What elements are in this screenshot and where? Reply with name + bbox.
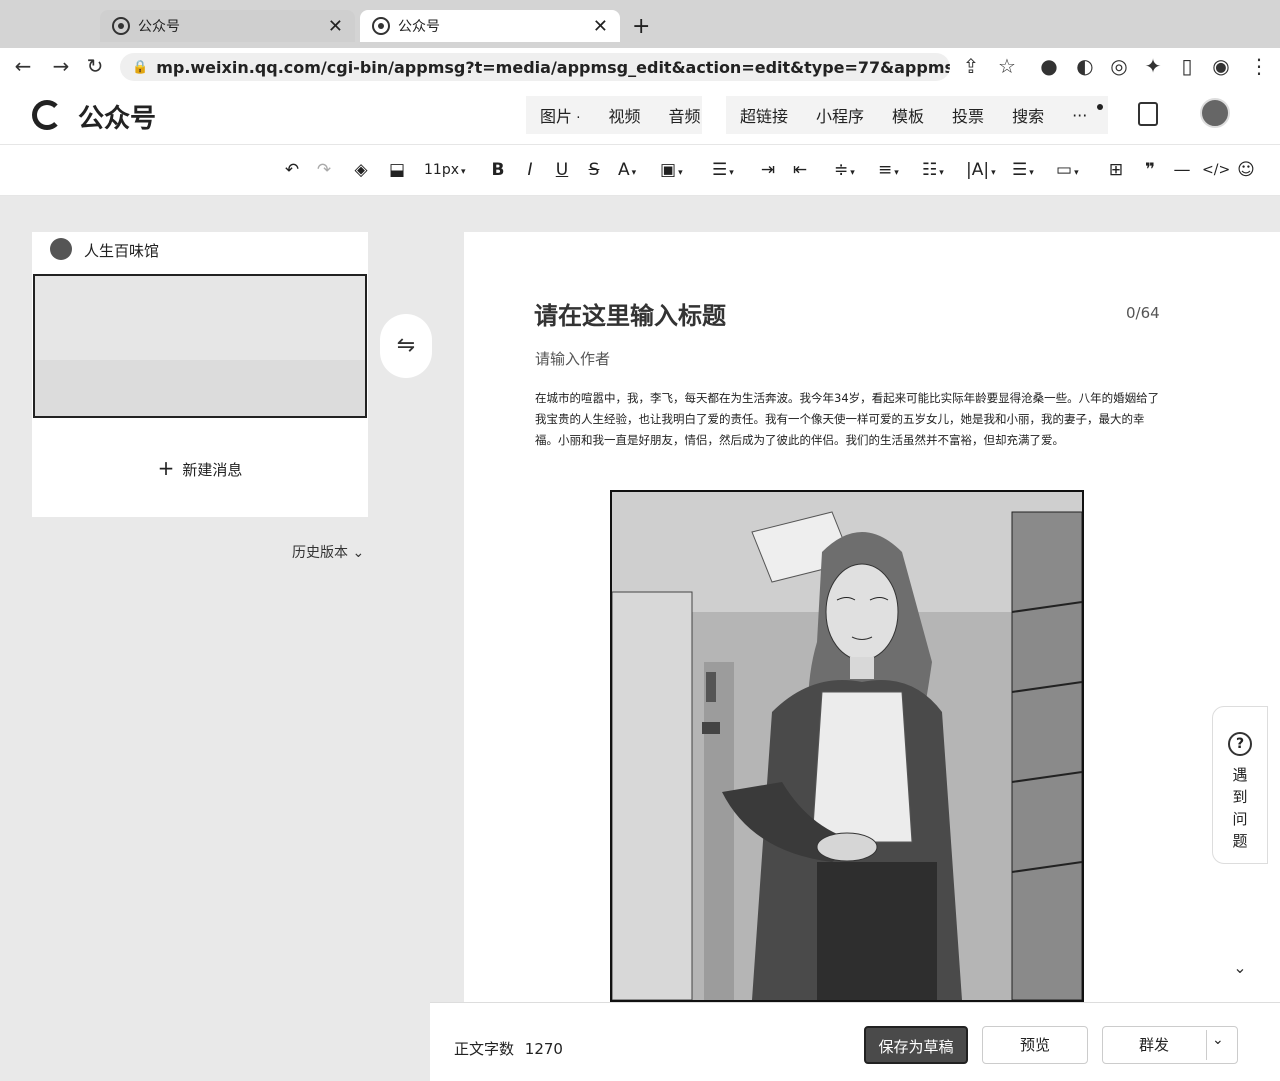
thumbnail-caption-strip	[35, 360, 365, 416]
align-icon[interactable]: ☰ ▾	[712, 158, 734, 182]
insert-miniprogram-button[interactable]: 小程序	[802, 103, 878, 127]
save-draft-button[interactable]: 保存为草稿	[864, 1026, 968, 1064]
bullet-list-icon[interactable]: ☰ ▾	[1012, 158, 1034, 182]
insert-search-button[interactable]: 搜索	[998, 103, 1058, 127]
puzzle-icon[interactable]: ✦	[1140, 54, 1166, 78]
redo-icon[interactable]: ↷	[314, 158, 334, 182]
word-count-label: 正文字数	[454, 1040, 515, 1058]
logo-text: 公众号	[78, 104, 157, 134]
format-painter-icon[interactable]: ⬓	[386, 158, 408, 182]
extension-icon-2[interactable]: ◎	[1106, 54, 1132, 78]
underline-icon[interactable]: U	[552, 158, 572, 182]
tab-title: 公众号	[398, 19, 440, 35]
media-insert-group: 图片 · 视频 音频	[526, 96, 702, 134]
article-body[interactable]: 在城市的喧嚣中，我，李飞，每天都在为生活奔波。我今年34岁，看起来可能比实际年龄…	[535, 388, 1160, 451]
account-avatar	[50, 238, 72, 260]
letter-spacing-icon[interactable]: |A| ▾	[966, 158, 996, 182]
background-color-icon[interactable]: ▣ ▾	[660, 158, 683, 182]
browser-tab-2-active[interactable]: 公众号 ✕	[360, 10, 620, 42]
indent-icon[interactable]: ⇥	[758, 158, 778, 182]
plus-icon: +	[157, 456, 175, 480]
font-color-icon[interactable]: A ▾	[618, 158, 636, 182]
url-text: mp.weixin.qq.com/cgi-bin/appmsg?t=media/…	[156, 57, 950, 77]
strikethrough-icon[interactable]: S	[584, 158, 604, 182]
divider-icon[interactable]: —	[1172, 158, 1192, 182]
insert-vote-button[interactable]: 投票	[938, 103, 998, 127]
help-label[interactable]: 遇到问题	[1228, 764, 1252, 852]
account-name: 人生百味馆	[84, 242, 160, 260]
sidebar-icon[interactable]: ▯	[1174, 54, 1200, 78]
user-avatar[interactable]	[1200, 98, 1230, 128]
double-chevron-down-icon[interactable]: ⌄	[1210, 940, 1270, 996]
wechat-favicon-icon	[372, 17, 390, 35]
app-header: 公众号 图片 · 视频 音频 超链接 小程序 模板 投票 搜索 ···	[0, 86, 1280, 145]
swap-icon[interactable]: ⇋	[380, 314, 432, 378]
word-count: 正文字数 1270	[454, 1038, 563, 1059]
menu-kebab-icon[interactable]: ⋮	[1246, 54, 1272, 78]
title-char-count: 0/64	[1126, 304, 1160, 322]
italic-icon[interactable]: I	[520, 158, 540, 182]
undo-icon[interactable]: ↶	[282, 158, 302, 182]
new-tab-button[interactable]: +	[632, 14, 650, 39]
table-icon[interactable]: ⊞	[1106, 158, 1126, 182]
article-image[interactable]	[610, 490, 1084, 1002]
insert-tools-group: 超链接 小程序 模板 投票 搜索 ···	[726, 96, 1108, 134]
line-height-icon[interactable]: ≑ ▾	[834, 158, 855, 182]
chevron-down-icon: ⌄	[352, 545, 365, 561]
divider	[1206, 1030, 1207, 1060]
notification-dot	[1097, 104, 1103, 110]
code-icon[interactable]: </>	[1202, 158, 1230, 182]
share-icon[interactable]: ⇪	[958, 54, 984, 78]
mass-send-button[interactable]: 群发	[1102, 1026, 1206, 1064]
forward-arrow-icon[interactable]: →	[48, 54, 74, 78]
history-version-button[interactable]: 历史版本 ⌄	[292, 542, 364, 562]
author-input[interactable]: 请输入作者	[535, 348, 610, 369]
list-indent-icon[interactable]: ☷ ▾	[922, 158, 944, 182]
more-tools-button[interactable]: ···	[1058, 106, 1101, 125]
back-arrow-icon[interactable]: ←	[10, 54, 36, 78]
browser-address-bar: ← → ↻ 🔒 mp.weixin.qq.com/cgi-bin/appmsg?…	[0, 48, 1280, 87]
tab-title: 公众号	[138, 19, 180, 35]
woman-portrait-illustration	[612, 492, 1082, 1000]
extension-icon[interactable]: ◐	[1072, 54, 1098, 78]
reload-icon[interactable]: ↻	[82, 54, 108, 78]
profile-avatar-icon[interactable]: ◉	[1208, 54, 1234, 78]
chevron-down-icon[interactable]: ⌄	[1212, 1032, 1224, 1048]
word-count-value: 1270	[524, 1040, 563, 1058]
extension-circle-icon[interactable]: ●	[1036, 54, 1062, 78]
bold-icon[interactable]: B	[488, 158, 508, 182]
close-tab-icon[interactable]: ✕	[328, 16, 343, 37]
font-size-select[interactable]: 11px ▾	[424, 158, 466, 182]
emoji-icon[interactable]: ☺	[1236, 158, 1256, 182]
insert-audio-button[interactable]: 音频	[655, 103, 715, 127]
insert-hyperlink-button[interactable]: 超链接	[726, 103, 802, 127]
browser-tab-1[interactable]: 公众号 ✕	[100, 10, 355, 42]
question-circle-icon: ?	[1228, 732, 1252, 756]
new-message-button[interactable]: + 新建消息	[32, 456, 368, 480]
document-icon[interactable]	[1138, 102, 1158, 126]
preview-button[interactable]: 预览	[982, 1026, 1088, 1064]
browser-tab-bar: 公众号 ✕ 公众号 ✕ +	[0, 0, 1280, 48]
wechat-official-logo-icon	[32, 100, 62, 130]
title-input[interactable]: 请在这里输入标题	[534, 296, 726, 331]
clear-format-icon[interactable]: ◈	[350, 158, 372, 182]
paragraph-spacing-icon[interactable]: ≡ ▾	[878, 158, 899, 182]
insert-video-button[interactable]: 视频	[595, 103, 655, 127]
lock-icon: 🔒	[132, 59, 149, 75]
close-tab-icon[interactable]: ✕	[593, 16, 608, 37]
horizontal-rule-style-icon[interactable]: ▭ ▾	[1056, 158, 1079, 182]
insert-template-button[interactable]: 模板	[878, 103, 938, 127]
wechat-favicon-icon	[112, 17, 130, 35]
format-toolbar: ↶ ↷ ◈ ⬓ 11px ▾ B I U S A ▾ ▣ ▾ ☰ ▾ ⇥ ⇤ ≑ ▾ ≡ ▾…	[0, 145, 1280, 196]
outdent-icon[interactable]: ⇤	[790, 158, 810, 182]
bookmark-star-icon[interactable]: ☆	[994, 54, 1020, 78]
url-input[interactable]: 🔒 mp.weixin.qq.com/cgi-bin/appmsg?t=medi…	[120, 53, 950, 81]
insert-image-button[interactable]: 图片 ·	[526, 103, 595, 127]
quote-icon[interactable]: ❞	[1140, 158, 1160, 182]
